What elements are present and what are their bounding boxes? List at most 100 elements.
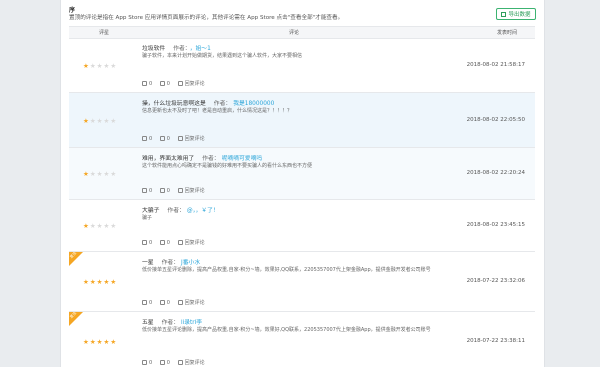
thumbs-down-icon [159,81,165,86]
review-date: 2018-07-22 23:32:06 [466,278,525,284]
thumbs-down-icon [159,240,165,245]
review-body: 信息更新也太不及时了吧！老是自动重启，什么情况这是？！！！？ [142,108,293,114]
thumbs-down-icon [159,188,165,193]
review-title-line: 难用，界面太难用了 作者： 呢嘀嘀可爱嘀吗 [142,153,262,162]
thumbs-up-icon [142,360,147,365]
dislike-count: 0 [166,136,170,142]
rating-stars: ★★★★★ [83,117,117,125]
reply-label: 回复评论 [184,136,205,142]
table-row: ★★★★★ 难用，界面太难用了 作者： 呢嘀嘀可爱嘀吗 这个软件能用点心吗确定不是骗… [69,148,535,200]
column-review: 评论 [289,30,300,36]
reply-label: 回复评论 [184,81,205,87]
column-date: 发表时间 [497,30,518,36]
review-title-line: 大骗子 作者： @，，￥了！ [142,205,219,214]
thumbs-down-icon [159,300,165,305]
dislike-button[interactable]: 0 [159,136,170,142]
reply-button[interactable]: 回复评论 [177,188,205,194]
export-data-button[interactable]: 导出数据 [496,8,536,20]
dislike-button[interactable]: 0 [159,188,170,194]
reply-button[interactable]: 回复评论 [177,136,205,142]
table-row: 置顶 ★★★★★ 五星 作者： li录trl李 低价接单五星评论删除，提高产品权重,… [69,312,535,367]
reply-button[interactable]: 回复评论 [177,240,205,246]
rating-stars: ★★★★★ [83,278,117,286]
comment-icon [177,360,183,365]
section-description: 置顶的评论是指在 App Store 应用详情页面展示的评论，其他评论需在 Ap… [69,15,344,21]
thumbs-down-icon [159,136,165,141]
dislike-count: 0 [166,300,170,306]
review-title-line: 垃圾软件 作者： ，姐～1 [142,43,211,52]
star-icon: ★ [89,170,97,178]
review-actions: 0 0 回复评论 [142,359,205,366]
review-actions: 0 0 回复评论 [142,80,205,87]
reply-button[interactable]: 回复评论 [177,300,205,306]
review-actions: 0 0 回复评论 [142,299,205,306]
like-button[interactable]: 0 [142,360,152,366]
review-body: 低价接单五星评论删除，提高产品权重,自家-积分~墙，效果好,QQ联系，22053… [142,267,431,273]
star-icon: ★ [89,222,97,230]
review-title-line: 一星 作者： J番小水 [142,257,200,266]
dislike-count: 0 [166,360,170,366]
review-body: 骗子软件，本来计划开始做期货，结果遇到这个骗人软件，大家不要相信 [142,53,303,59]
star-icon: ★ [83,278,90,286]
like-count: 0 [149,136,153,142]
like-button[interactable]: 0 [142,300,152,306]
rating-stars: ★★★★★ [83,62,117,70]
star-icon: ★ [89,62,97,70]
like-count: 0 [149,81,153,87]
dislike-count: 0 [166,81,170,87]
star-icon: ★ [110,278,118,286]
rating-stars: ★★★★★ [83,338,117,346]
comment-icon [177,81,183,86]
thumbs-down-icon [159,360,165,365]
like-button[interactable]: 0 [142,136,152,142]
rating-stars: ★★★★★ [83,222,117,230]
star-icon: ★ [110,222,118,230]
comment-icon [177,136,183,141]
review-actions: 0 0 回复评论 [142,187,205,194]
review-body: 低价接单五星评论删除，提高产品权重,自家-积分~墙，效果好,QQ联系，22053… [142,327,431,333]
comment-icon [177,188,183,193]
comment-icon [177,300,183,305]
star-icon: ★ [89,338,97,346]
table-row: ★★★★★ 大骗子 作者： @，，￥了！ 骗子 0 0 回复评论 2018-08-0… [69,200,535,252]
thumbs-up-icon [142,300,147,305]
star-icon: ★ [110,338,118,346]
review-date: 2018-08-02 22:20:24 [466,170,525,176]
reply-button[interactable]: 回复评论 [177,360,205,366]
dislike-count: 0 [166,240,170,246]
like-button[interactable]: 0 [142,240,152,246]
like-count: 0 [149,240,153,246]
review-actions: 0 0 回复评论 [142,135,205,142]
star-icon: ★ [83,117,90,125]
dislike-button[interactable]: 0 [159,240,170,246]
like-button[interactable]: 0 [142,81,152,87]
dislike-button[interactable]: 0 [159,300,170,306]
review-body: 这个软件能用点心吗确定不是骗钱的好难用不要买骗人的看什么东西也不方便 [142,163,313,169]
like-count: 0 [149,188,153,194]
like-count: 0 [149,360,153,366]
review-title-line: 操，什么垃圾玩意啊这是 作者： 我是18000000 [142,98,274,107]
star-icon: ★ [110,117,118,125]
like-count: 0 [149,300,153,306]
thumbs-up-icon [142,136,147,141]
star-icon: ★ [110,170,118,178]
dislike-button[interactable]: 0 [159,360,170,366]
reply-button[interactable]: 回复评论 [177,81,205,87]
export-icon [501,12,507,17]
review-date: 2018-08-02 22:05:50 [466,117,525,123]
reply-label: 回复评论 [184,240,205,246]
table-row: ★★★★★ 操，什么垃圾玩意啊这是 作者： 我是18000000 信息更新也太不及时… [69,93,535,148]
dislike-button[interactable]: 0 [159,81,170,87]
export-label: 导出数据 [508,12,531,18]
like-button[interactable]: 0 [142,188,152,194]
review-date: 2018-08-02 23:45:15 [466,222,525,228]
star-icon: ★ [89,278,97,286]
dislike-count: 0 [166,188,170,194]
column-rating: 评星 [99,30,110,36]
star-icon: ★ [110,62,118,70]
reviews-panel: 序 置顶的评论是指在 App Store 应用详情页面展示的评论，其他评论需在 … [60,0,545,367]
reply-label: 回复评论 [184,300,205,306]
review-date: 2018-08-02 21:58:17 [466,62,525,68]
comment-icon [177,240,183,245]
star-icon: ★ [83,338,90,346]
